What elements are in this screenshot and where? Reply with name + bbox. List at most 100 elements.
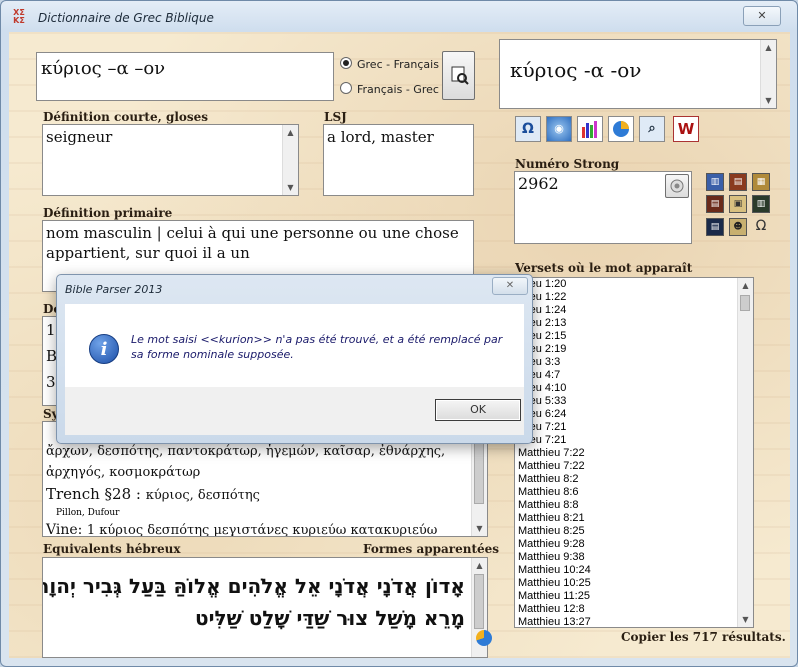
scroll-thumb[interactable] xyxy=(740,295,750,311)
verse-item[interactable]: thieu 2:13 xyxy=(515,317,753,330)
search-input-value: κύριος –α –ον xyxy=(41,58,166,79)
lsj-label: LSJ xyxy=(324,110,347,124)
vine-words: 1 κύριος δεσπότης μεγιστάνες κυριεύω κατ… xyxy=(86,523,438,537)
window-close-button[interactable]: ✕ xyxy=(743,6,781,26)
book-brown-icon[interactable]: ▤ xyxy=(706,195,724,213)
related-pie-icon[interactable] xyxy=(476,630,492,646)
verse-item[interactable]: thieu 4:7 xyxy=(515,369,753,382)
verse-item[interactable]: Matthieu 8:2 xyxy=(515,473,753,486)
short-def-scrollbar[interactable]: ▲ ▼ xyxy=(282,125,298,195)
related-forms-label[interactable]: Formes apparentées xyxy=(363,542,499,556)
verse-item[interactable]: thieu 6:24 xyxy=(515,408,753,421)
chart-bars-svg xyxy=(582,121,597,138)
dialog-message: Le mot saisi <<kurion>> n'a pas été trou… xyxy=(131,333,503,361)
book-scroll-icon[interactable]: ▦ xyxy=(752,173,770,191)
pie-chart-icon[interactable] xyxy=(608,116,634,142)
verse-item[interactable]: Matthieu 8:8 xyxy=(515,499,753,512)
search-globe-icon[interactable]: ◉ xyxy=(546,116,572,142)
window-title: Dictionnaire de Grec Biblique xyxy=(38,11,214,25)
radio-greek-french[interactable]: Grec - Français xyxy=(340,57,439,71)
hebrew-line-1: אָדוֹן אֲדֹנָי אֲדֹנָי אֵל אֱלֹהִים אֱלו… xyxy=(42,574,465,598)
search-document-icon xyxy=(451,66,469,85)
verse-item[interactable]: thieu 7:21 xyxy=(515,421,753,434)
ok-button[interactable]: OK xyxy=(435,399,521,421)
book-open-icon[interactable]: ▣ xyxy=(729,195,747,213)
scroll-down-icon: ▼ xyxy=(476,524,483,533)
omega-small-icon[interactable]: Ω xyxy=(752,218,770,236)
verse-item[interactable]: thieu 1:20 xyxy=(515,278,753,291)
verse-item[interactable]: thieu 3:3 xyxy=(515,356,753,369)
verse-item[interactable]: Matthieu 8:25 xyxy=(515,525,753,538)
scroll-thumb[interactable] xyxy=(474,574,484,629)
lemma-display[interactable]: κύριος -α -ον ▲ ▼ xyxy=(499,39,777,109)
verse-item[interactable]: Matthieu 12:8 xyxy=(515,603,753,616)
vine-line: Vine: 1 κύριος δεσπότης μεγιστάνες κυριε… xyxy=(43,519,487,537)
synonyms-line-2: ἀρχηγός, κοσμοκράτωρ xyxy=(46,465,201,480)
dialog-title: Bible Parser 2013 xyxy=(65,283,163,296)
scroll-up-icon: ▲ xyxy=(765,43,772,52)
trench-words: κύριος, δεσπότης xyxy=(145,488,260,503)
short-def-value: seigneur xyxy=(46,128,113,146)
radio-dot-icon xyxy=(340,57,352,69)
search-button[interactable] xyxy=(442,51,475,100)
strong-field[interactable]: 2962 xyxy=(514,171,692,244)
verse-item[interactable]: thieu 5:33 xyxy=(515,395,753,408)
short-def-label: Définition courte, gloses xyxy=(43,110,209,124)
verse-item[interactable]: Matthieu 7:22 xyxy=(515,447,753,460)
message-dialog: Bible Parser 2013 ✕ i Le mot saisi <<kur… xyxy=(56,274,533,444)
verse-item[interactable]: thieu 1:22 xyxy=(515,291,753,304)
verse-item[interactable]: Matthieu 8:21 xyxy=(515,512,753,525)
verses-list[interactable]: thieu 1:20 thieu 1:22 thieu 1:24 thieu 2:13… xyxy=(514,277,754,628)
verse-item[interactable]: Matthieu 11:25 xyxy=(515,590,753,603)
verse-item[interactable]: Matthieu 7:22 xyxy=(515,460,753,473)
book-navy-icon[interactable]: ▤ xyxy=(706,218,724,236)
book-red-icon[interactable]: ▤ xyxy=(729,173,747,191)
dialog-close-button[interactable]: ✕ xyxy=(492,277,528,295)
verse-item[interactable]: Matthieu 10:24 xyxy=(515,564,753,577)
dialog-body: i Le mot saisi <<kurion>> n'a pas été tr… xyxy=(65,304,524,387)
hebrew-label: Equivalents hébreux xyxy=(43,542,181,556)
verse-item[interactable]: thieu 2:19 xyxy=(515,343,753,356)
short-def-field[interactable]: seigneur ▲ ▼ xyxy=(42,124,299,196)
lemma-scrollbar[interactable]: ▲ ▼ xyxy=(760,40,776,108)
verse-item[interactable]: Matthieu 9:38 xyxy=(515,551,753,564)
chart-bars-icon[interactable] xyxy=(577,116,603,142)
verses-scrollbar[interactable]: ▲ ▼ xyxy=(737,278,753,627)
magnifier-icon[interactable]: ⌕ xyxy=(639,116,665,142)
verse-item[interactable]: thieu 7:21 xyxy=(515,434,753,447)
audio-button[interactable] xyxy=(665,174,689,198)
info-icon: i xyxy=(89,334,119,364)
mask-icon[interactable]: ☻ xyxy=(729,218,747,236)
title-bar[interactable]: ΧΣ ΚΣ Dictionnaire de Grec Biblique ✕ xyxy=(1,1,797,33)
trench-label: Trench §28 : xyxy=(46,485,141,503)
search-input[interactable]: κύριος –α –ον xyxy=(36,52,334,101)
hebrew-field[interactable]: אָדוֹן אֲדֹנָי אֲדֹנָי אֵל אֱלֹהִים אֱלו… xyxy=(42,557,488,658)
scroll-down-icon: ▼ xyxy=(742,615,749,624)
verses-label: Versets où le mot apparaît xyxy=(515,261,693,275)
strong-label: Numéro Strong xyxy=(515,157,620,171)
verse-item[interactable]: thieu 1:24 xyxy=(515,304,753,317)
verse-item[interactable]: Matthieu 8:6 xyxy=(515,486,753,499)
omega-icon[interactable]: Ω xyxy=(515,116,541,142)
app-logo-icon: ΧΣ ΚΣ xyxy=(13,8,25,25)
verse-item[interactable]: Matthieu 13:27 xyxy=(515,616,753,627)
pillon-ref: Pillon, Dufour xyxy=(56,508,120,518)
lemma-display-value: κύριος -α -ον xyxy=(510,58,642,82)
copy-results-link[interactable]: Copier les 717 résultats. xyxy=(621,630,786,644)
radio-french-greek[interactable]: Français - Grec xyxy=(340,82,439,96)
scroll-down-icon: ▼ xyxy=(287,183,294,192)
verse-item[interactable]: thieu 4:10 xyxy=(515,382,753,395)
scroll-thumb[interactable] xyxy=(474,440,484,504)
verse-item[interactable]: Matthieu 9:28 xyxy=(515,538,753,551)
verse-item[interactable]: Matthieu 10:25 xyxy=(515,577,753,590)
lsj-field[interactable]: a lord, master xyxy=(323,124,474,196)
w-logo-icon[interactable]: W xyxy=(673,116,699,142)
primary-def-label: Définition primaire xyxy=(43,206,173,220)
verse-item[interactable]: thieu 2:15 xyxy=(515,330,753,343)
scroll-up-icon: ▲ xyxy=(742,281,749,290)
books-icon[interactable]: ▥ xyxy=(706,173,724,191)
scroll-down-icon: ▼ xyxy=(765,96,772,105)
book-dark-icon[interactable]: ▥ xyxy=(752,195,770,213)
pie-chart-svg xyxy=(613,121,629,137)
scroll-up-icon: ▲ xyxy=(476,561,483,570)
